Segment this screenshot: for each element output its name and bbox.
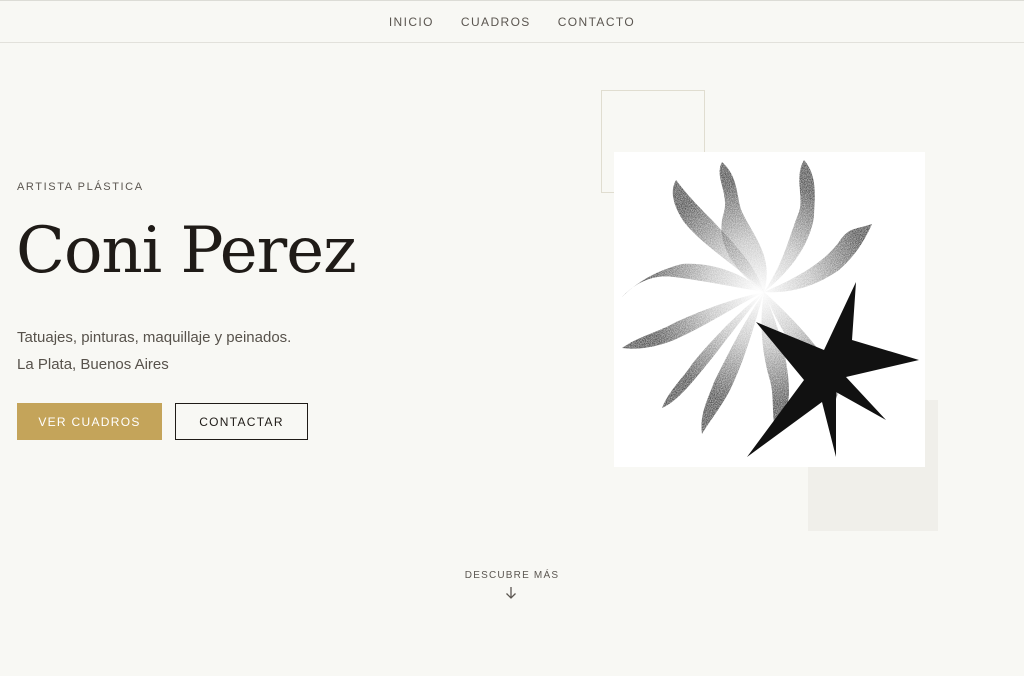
hero-description: Tatuajes, pinturas, maquillaje y peinado… bbox=[17, 329, 292, 346]
top-navigation: INICIO CUADROS CONTACTO bbox=[0, 0, 1024, 43]
ver-cuadros-button[interactable]: VER CUADROS bbox=[17, 403, 162, 440]
arrow-down-icon[interactable] bbox=[504, 586, 518, 600]
sun-and-star-icon bbox=[622, 160, 919, 457]
hero-title: Coni Perez bbox=[16, 214, 357, 288]
contactar-button[interactable]: CONTACTAR bbox=[175, 403, 308, 440]
artwork-image bbox=[614, 152, 925, 467]
nav-link-inicio[interactable]: INICIO bbox=[389, 15, 434, 29]
nav-link-cuadros[interactable]: CUADROS bbox=[461, 15, 531, 29]
hero-eyebrow: ARTISTA PLÁSTICA bbox=[17, 181, 144, 193]
hero-location: La Plata, Buenos Aires bbox=[17, 356, 169, 373]
discover-more-label[interactable]: DESCUBRE MÁS bbox=[0, 570, 1024, 581]
nav-link-contacto[interactable]: CONTACTO bbox=[558, 15, 635, 29]
